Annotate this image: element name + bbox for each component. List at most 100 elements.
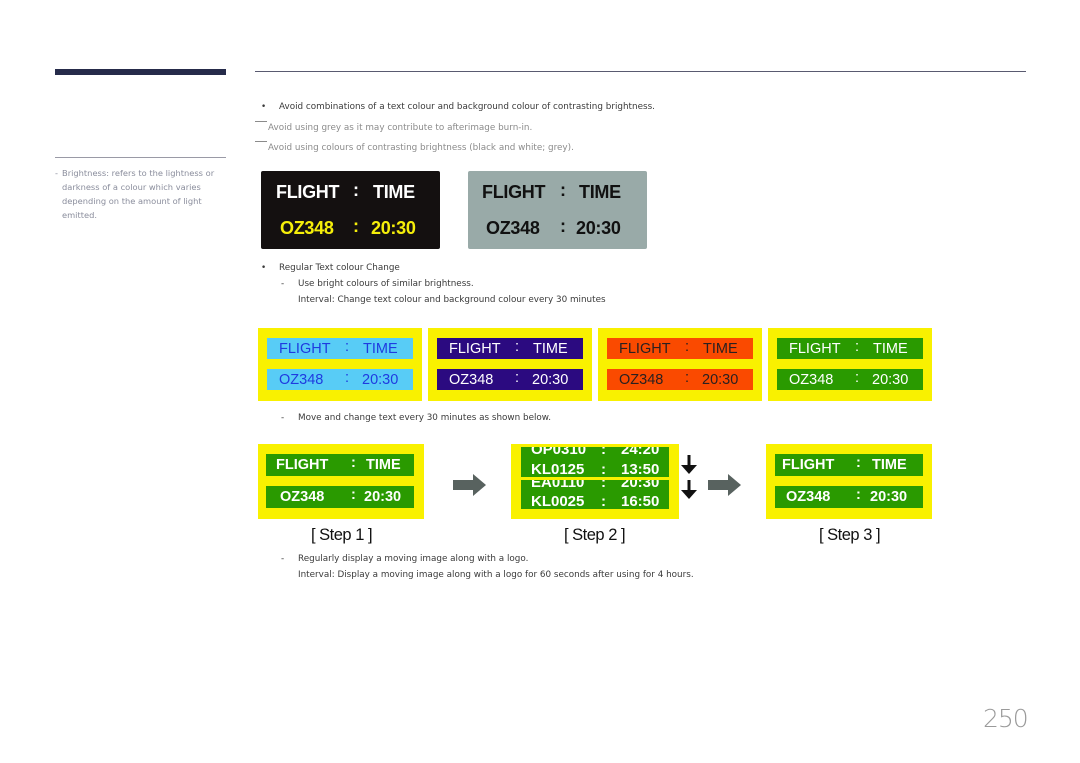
note-dash-icon [255,121,267,122]
sidebar-note: - Brightness: refers to the lightness or… [55,166,230,222]
time-label: TIME [363,340,398,357]
flight-time: 20:30 [870,489,908,505]
grey-board: FLIGHT : TIME OZ348 : 20:30 [468,171,647,249]
dash-icon: - [281,413,285,423]
colon: : [515,338,520,355]
time-label: TIME [703,340,738,357]
board-header-row: FLIGHT : TIME [261,180,440,204]
sub-bright-colours-text: Use bright colours of similar brightness… [298,279,474,289]
header-rule [255,71,1026,72]
flight-time: 20:30 [532,371,569,388]
bullet-icon: • [261,102,267,112]
flight-code: OZ348 [789,371,834,388]
colon: : [601,493,606,509]
scroll-code: KL0025 [531,493,585,509]
colon: : [345,369,350,386]
time-label: TIME [533,340,568,357]
time-label: TIME [579,182,621,202]
value-strip: OZ348:20:30 [607,369,753,390]
time-label: TIME [873,340,908,357]
step2-scroll-strip-top: OP0310 : 24:20 KL0125 : 13:50 [521,447,669,477]
sub-move-change: - Move and change text every 30 minutes a… [281,412,551,424]
colon: : [856,487,861,503]
sub-moving-image: - Regularly display a moving image along … [281,553,528,565]
colon: : [560,216,566,236]
step3-header-strip: FLIGHT : TIME [775,454,923,476]
arrow-right-icon [453,474,486,496]
step1-header-strip: FLIGHT : TIME [266,454,414,476]
step2-label: [ Step 2 ] [564,526,626,544]
colon: : [685,338,690,355]
flight-code: OZ348 [279,371,324,388]
scroll-code: KL0125 [531,461,585,477]
purple-board: FLIGHT: TIME OZ348:20:30 [428,328,592,401]
flight-code: OZ348 [619,371,664,388]
step1-value-strip: OZ348 : 20:30 [266,486,414,508]
flight-time: 20:30 [702,371,739,388]
colon: : [855,369,860,386]
header-strip: FLIGHT: TIME [607,338,753,359]
colon: : [353,216,359,236]
note-dash-icon [255,141,267,142]
value-strip: OZ348:20:30 [267,369,413,390]
sub-bright-colours: - Use bright colours of similar brightnes… [281,278,474,290]
colon: : [351,487,356,503]
green-board: FLIGHT: TIME OZ348:20:30 [768,328,932,401]
flight-time: 20:30 [371,218,416,238]
bullet-regular-text-change-text: Regular Text colour Change [279,263,400,273]
colon: : [601,461,606,477]
flight-label: FLIGHT [276,182,340,202]
board-value-row: OZ348 : 20:30 [261,216,440,240]
flight-label: FLIGHT [449,340,501,357]
time-label: TIME [366,457,401,473]
flight-time: 20:30 [872,371,909,388]
step3-label: [ Step 3 ] [819,526,881,544]
step1-panel: FLIGHT : TIME OZ348 : 20:30 [258,444,424,519]
flight-code: OZ348 [280,489,325,505]
colon: : [351,455,356,471]
scroll-time: 16:50 [621,493,660,509]
flight-label: FLIGHT [279,340,331,357]
bullet-avoid-contrast-text: Avoid combinations of a text colour and … [279,102,655,112]
page-number: 250 [983,704,1029,733]
flight-label: FLIGHT [276,457,329,473]
board-header-row: FLIGHT : TIME [468,180,647,204]
chapter-marker-bar [55,69,226,75]
colon: : [515,369,520,386]
colon: : [601,447,606,458]
time-label: TIME [872,457,907,473]
note-avoid-contrast: Avoid using colours of contrasting brigh… [255,141,574,154]
time-label: TIME [373,182,415,202]
scroll-code: OP0310 [531,447,587,458]
bullet-regular-text-change: • Regular Text colour Change [261,262,400,274]
flight-time: 20:30 [576,218,621,238]
scroll-code: EA0110 [531,480,585,491]
flight-code: OZ348 [486,218,540,238]
colon: : [560,180,566,200]
interval-moving-image: Interval: Display a moving image along w… [298,570,694,580]
dash-icon: - [281,279,285,289]
flight-label: FLIGHT [782,457,835,473]
colon: : [856,455,861,471]
colon: : [685,369,690,386]
colon: : [353,180,359,200]
note-avoid-grey: Avoid using grey as it may contribute to… [255,121,532,134]
sidebar-note-dash: - [55,168,58,178]
arrow-down-icon [681,480,697,499]
step1-label: [ Step 1 ] [311,526,373,544]
sub-move-change-text: Move and change text every 30 minutes as… [298,413,551,423]
step2-scroll-strip-bottom: EA0110 : 20:30 KL0025 : 16:50 [521,480,669,509]
flight-code: OZ348 [786,489,831,505]
step3-value-strip: OZ348 : 20:30 [775,486,923,508]
flight-label: FLIGHT [619,340,671,357]
sidebar-divider [55,157,226,158]
note-avoid-grey-text: Avoid using grey as it may contribute to… [268,123,533,133]
dash-icon: - [281,554,285,564]
note-avoid-contrast-text: Avoid using colours of contrasting brigh… [268,143,574,153]
value-strip: OZ348:20:30 [777,369,923,390]
header-strip: FLIGHT: TIME [437,338,583,359]
flight-label: FLIGHT [789,340,841,357]
flight-time: 20:30 [364,489,402,505]
flight-code: OZ348 [449,371,494,388]
flight-label: FLIGHT [482,182,546,202]
